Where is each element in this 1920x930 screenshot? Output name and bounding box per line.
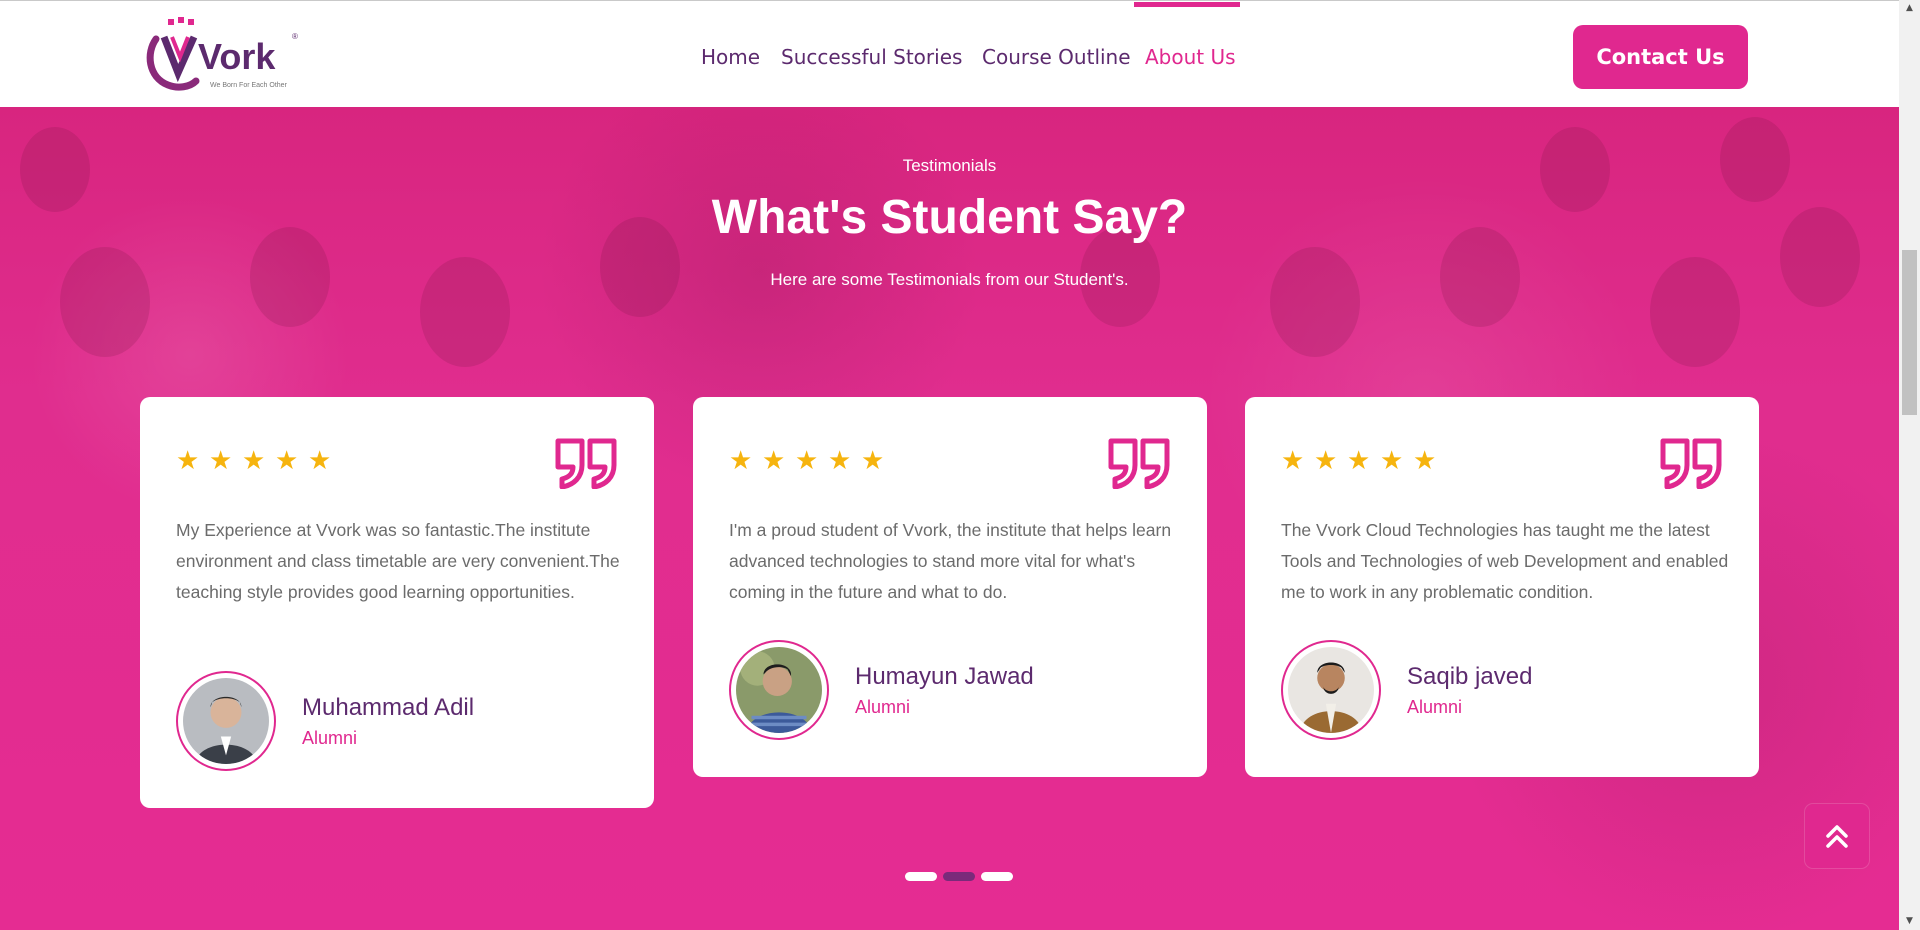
rating-stars: ★ ★ ★ ★ ★ bbox=[729, 446, 885, 476]
star-icon: ★ bbox=[729, 446, 753, 476]
nav-item-about-us[interactable]: About Us bbox=[1145, 45, 1236, 69]
rating-stars: ★ ★ ★ ★ ★ bbox=[1281, 446, 1437, 476]
contact-us-button[interactable]: Contact Us bbox=[1573, 25, 1748, 89]
avatar bbox=[176, 671, 276, 771]
scroll-up-arrow-icon[interactable]: ▲ bbox=[1899, 0, 1920, 17]
site-header: Vork ® We Born For Each Other Home Succe… bbox=[0, 0, 1899, 107]
star-icon: ★ bbox=[1314, 446, 1338, 476]
carousel-dot-active[interactable] bbox=[943, 872, 975, 881]
author-name: Muhammad Adil bbox=[302, 693, 475, 721]
scrollbar-thumb[interactable] bbox=[1902, 250, 1917, 415]
carousel-pagination bbox=[905, 872, 1013, 881]
testimonial-card: ★ ★ ★ ★ ★ The Vvork Cloud Technologies h… bbox=[1245, 397, 1759, 777]
svg-text:Vork: Vork bbox=[198, 36, 276, 77]
testimonial-author: Humayun Jawad Alumni bbox=[729, 640, 1034, 740]
nav-item-home[interactable]: Home bbox=[701, 45, 760, 69]
svg-text:We Born For Each Other: We Born For Each Other bbox=[210, 82, 288, 89]
nav-active-indicator bbox=[1134, 2, 1240, 7]
star-icon: ★ bbox=[176, 446, 200, 476]
testimonial-text: I'm a proud student of Vvork, the instit… bbox=[729, 520, 1172, 602]
star-icon: ★ bbox=[275, 446, 299, 476]
star-icon: ★ bbox=[209, 446, 233, 476]
testimonial-author: Saqib javed Alumni bbox=[1281, 640, 1532, 740]
star-icon: ★ bbox=[762, 446, 786, 476]
avatar bbox=[1281, 640, 1381, 740]
author-role: Alumni bbox=[855, 696, 911, 717]
author-name: Humayun Jawad bbox=[855, 662, 1034, 690]
star-icon: ★ bbox=[1413, 446, 1437, 476]
testimonial-text: The Vvork Cloud Technologies has taught … bbox=[1281, 520, 1729, 602]
vork-logo-icon: Vork ® We Born For Each Other bbox=[146, 17, 298, 91]
quote-icon bbox=[1107, 435, 1171, 490]
section-eyebrow: Testimonials bbox=[902, 156, 997, 175]
brand-logo[interactable]: Vork ® We Born For Each Other bbox=[142, 17, 302, 95]
star-icon: ★ bbox=[308, 446, 332, 476]
star-icon: ★ bbox=[1281, 446, 1305, 476]
testimonial-author: Muhammad Adil Alumni bbox=[176, 671, 474, 771]
nav-item-successful-stories[interactable]: Successful Stories bbox=[781, 45, 962, 69]
star-icon: ★ bbox=[1380, 446, 1404, 476]
rating-stars: ★ ★ ★ ★ ★ bbox=[176, 446, 332, 476]
double-chevron-up-icon bbox=[1826, 825, 1848, 848]
svg-text:®: ® bbox=[292, 32, 298, 41]
avatar bbox=[729, 640, 829, 740]
nav-item-course-outline[interactable]: Course Outline bbox=[982, 45, 1131, 69]
testimonial-card: ★ ★ ★ ★ ★ My Experience at Vvork was so … bbox=[140, 397, 654, 808]
quote-icon bbox=[554, 435, 618, 490]
page-scrollbar[interactable]: ▲ ▼ bbox=[1899, 0, 1920, 930]
carousel-dot[interactable] bbox=[981, 872, 1013, 881]
star-icon: ★ bbox=[795, 446, 819, 476]
star-icon: ★ bbox=[1347, 446, 1371, 476]
scroll-down-arrow-icon[interactable]: ▼ bbox=[1899, 913, 1920, 930]
section-subtitle: Here are some Testimonials from our Stud… bbox=[770, 270, 1129, 289]
testimonial-card: ★ ★ ★ ★ ★ I'm a proud student of Vvork, … bbox=[693, 397, 1207, 777]
testimonial-text: My Experience at Vvork was so fantastic.… bbox=[176, 520, 620, 602]
back-to-top-button[interactable] bbox=[1805, 804, 1869, 868]
quote-icon bbox=[1659, 435, 1723, 490]
star-icon: ★ bbox=[828, 446, 852, 476]
section-title: What's Student Say? bbox=[711, 191, 1188, 244]
author-name: Saqib javed bbox=[1407, 662, 1533, 690]
star-icon: ★ bbox=[242, 446, 266, 476]
author-role: Alumni bbox=[302, 727, 358, 748]
star-icon: ★ bbox=[861, 446, 885, 476]
carousel-dot[interactable] bbox=[905, 872, 937, 881]
author-role: Alumni bbox=[1407, 696, 1463, 717]
